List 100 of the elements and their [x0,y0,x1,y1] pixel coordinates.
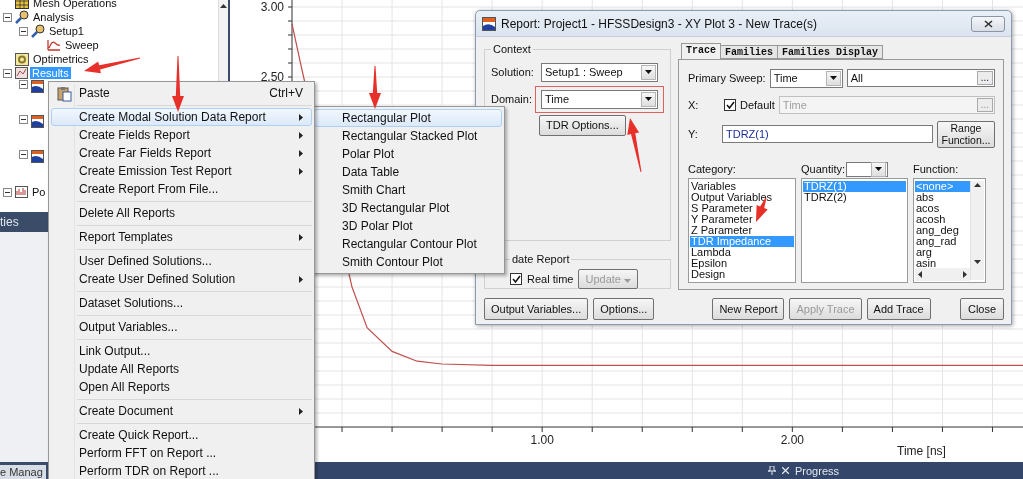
list-item[interactable]: acos [915,203,970,214]
field-label: Primary Sweep: [688,72,766,84]
checkbox[interactable] [510,273,522,285]
list-item[interactable]: ang_rad [915,236,970,247]
list-item[interactable]: S Parameter [690,203,794,214]
caret-icon [829,76,837,80]
field-label: Solution: [491,66,535,78]
menu-item[interactable]: Delete All Reports [51,204,312,222]
up-arrow-icon[interactable] [220,4,227,8]
solution-dropdown[interactable]: Setup1 : Sweep [541,62,658,82]
pin-icon[interactable] [768,466,776,475]
menu-item[interactable]: Open All Reports [51,378,312,396]
menu-item[interactable]: Create User Defined Solution [51,270,312,288]
menu-item[interactable]: Update All Reports [51,360,312,378]
range-function-button[interactable]: Range Function... [937,120,995,148]
close-icon[interactable] [782,467,789,474]
menu-item[interactable]: Rectangular Plot [314,109,502,127]
expand-toggle[interactable] [19,115,28,124]
menu-item[interactable]: Paste Ctrl+V [51,84,312,102]
expand-toggle[interactable] [19,26,28,36]
list-item[interactable]: Y Parameter [690,214,794,225]
menu-item[interactable]: Create Report From File... [51,180,312,198]
quantity-dropdown[interactable] [846,161,889,177]
list-item[interactable]: acosh [915,214,970,225]
menu-item[interactable]: Create Document [51,402,312,420]
menu-item[interactable]: Dataset Solutions... [51,294,312,312]
list-item[interactable]: abs [915,192,970,203]
list-item[interactable]: arg [915,247,970,258]
y-field[interactable]: TDRZ(1) [722,125,933,143]
menu-item[interactable]: Create Modal Solution Data Report [51,108,312,126]
axis-tick-label: 1.00 [530,433,554,447]
menu-item[interactable]: Perform TDR on Report ... [51,462,312,479]
dialog-button[interactable]: New Report [712,298,785,320]
caret-icon [645,70,652,74]
menu-item[interactable]: Perform FFT on Report ... [51,444,312,462]
list-item[interactable]: asin [915,258,970,269]
tree-item[interactable]: Optimetrics [31,53,91,65]
sweep-dropdown[interactable]: Time [769,68,843,88]
panel-tab[interactable]: e Manag [0,465,46,479]
field-label: X: [688,99,700,111]
expand-toggle[interactable] [3,12,12,22]
close-button[interactable]: Close [960,298,1004,320]
menu-item[interactable]: Polar Plot [314,145,502,163]
right-arrow-icon[interactable] [963,271,967,278]
tree-item[interactable]: Mesh Operations [31,0,119,9]
menu-item[interactable]: 3D Rectangular Plot [314,199,502,217]
tab[interactable]: Trace [681,43,721,59]
tree-item[interactable]: Setup1 [47,25,86,37]
checkbox[interactable] [724,99,736,111]
browse-button[interactable]: ... [976,71,993,85]
tree-item[interactable]: Sweep [63,39,101,51]
range-field[interactable]: All ... [846,69,995,87]
left-arrow-icon[interactable] [918,271,922,278]
list-item[interactable]: TDRZ(2) [803,192,906,203]
tab[interactable]: Families Display [777,45,884,59]
menu-item[interactable]: User Defined Solutions... [51,252,312,270]
list-item[interactable]: Epsilon [690,258,794,269]
menu-item[interactable]: Smith Chart [314,181,502,199]
menu-item[interactable]: Create Quick Report... [51,426,312,444]
tree-item[interactable]: Analysis [31,11,76,23]
dropdown-button[interactable] [825,70,841,86]
list-item[interactable]: Lambda [690,247,794,258]
menu-item[interactable]: Report Templates [51,228,312,246]
dropdown-button[interactable] [871,161,887,177]
tree-item[interactable]: Po [30,186,48,198]
field-label: Category: [688,163,736,175]
dialog-button[interactable]: Options... [593,298,655,320]
list-item[interactable]: ang_deg [915,225,970,236]
dialog-button[interactable]: Add Trace [866,298,931,320]
menu-item[interactable]: Smith Contour Plot [314,253,502,271]
menu-item[interactable]: Link Output... [51,342,312,360]
menu-item[interactable]: Rectangular Stacked Plot [314,127,502,145]
menu-item[interactable]: 3D Polar Plot [314,217,502,235]
expand-toggle[interactable] [3,68,12,78]
menu-item[interactable]: Rectangular Contour Plot [314,235,502,253]
list-item[interactable]: Design [690,269,794,280]
gear-icon [15,52,29,66]
tdr-options-button[interactable]: TDR Options... [539,114,626,136]
expand-toggle[interactable] [19,150,28,159]
up-arrow-icon[interactable] [974,183,981,187]
list-item[interactable]: Variables [690,181,794,192]
menu-item[interactable]: Create Emission Test Report [51,162,312,180]
close-button[interactable] [971,15,1005,32]
report-icon [31,80,44,93]
expand-toggle[interactable] [19,80,28,89]
caret-icon [875,167,883,171]
down-arrow-icon[interactable] [974,260,981,264]
tab[interactable]: Families [720,45,779,59]
domain-dropdown[interactable]: Time [541,89,658,109]
menu-item[interactable]: Create Fields Report [51,126,312,144]
dropdown-button[interactable] [641,91,656,107]
menu-item[interactable]: Create Far Fields Report [51,144,312,162]
list-item[interactable]: Output Variables [690,192,794,203]
list-item[interactable]: Z Parameter [690,225,794,236]
dropdown-button[interactable] [641,64,656,80]
expand-toggle[interactable] [3,187,12,197]
menu-item[interactable]: Data Table [314,163,502,181]
close-icon [983,19,993,28]
menu-item[interactable]: Output Variables... [51,318,312,336]
dialog-button[interactable]: Output Variables... [484,298,589,320]
